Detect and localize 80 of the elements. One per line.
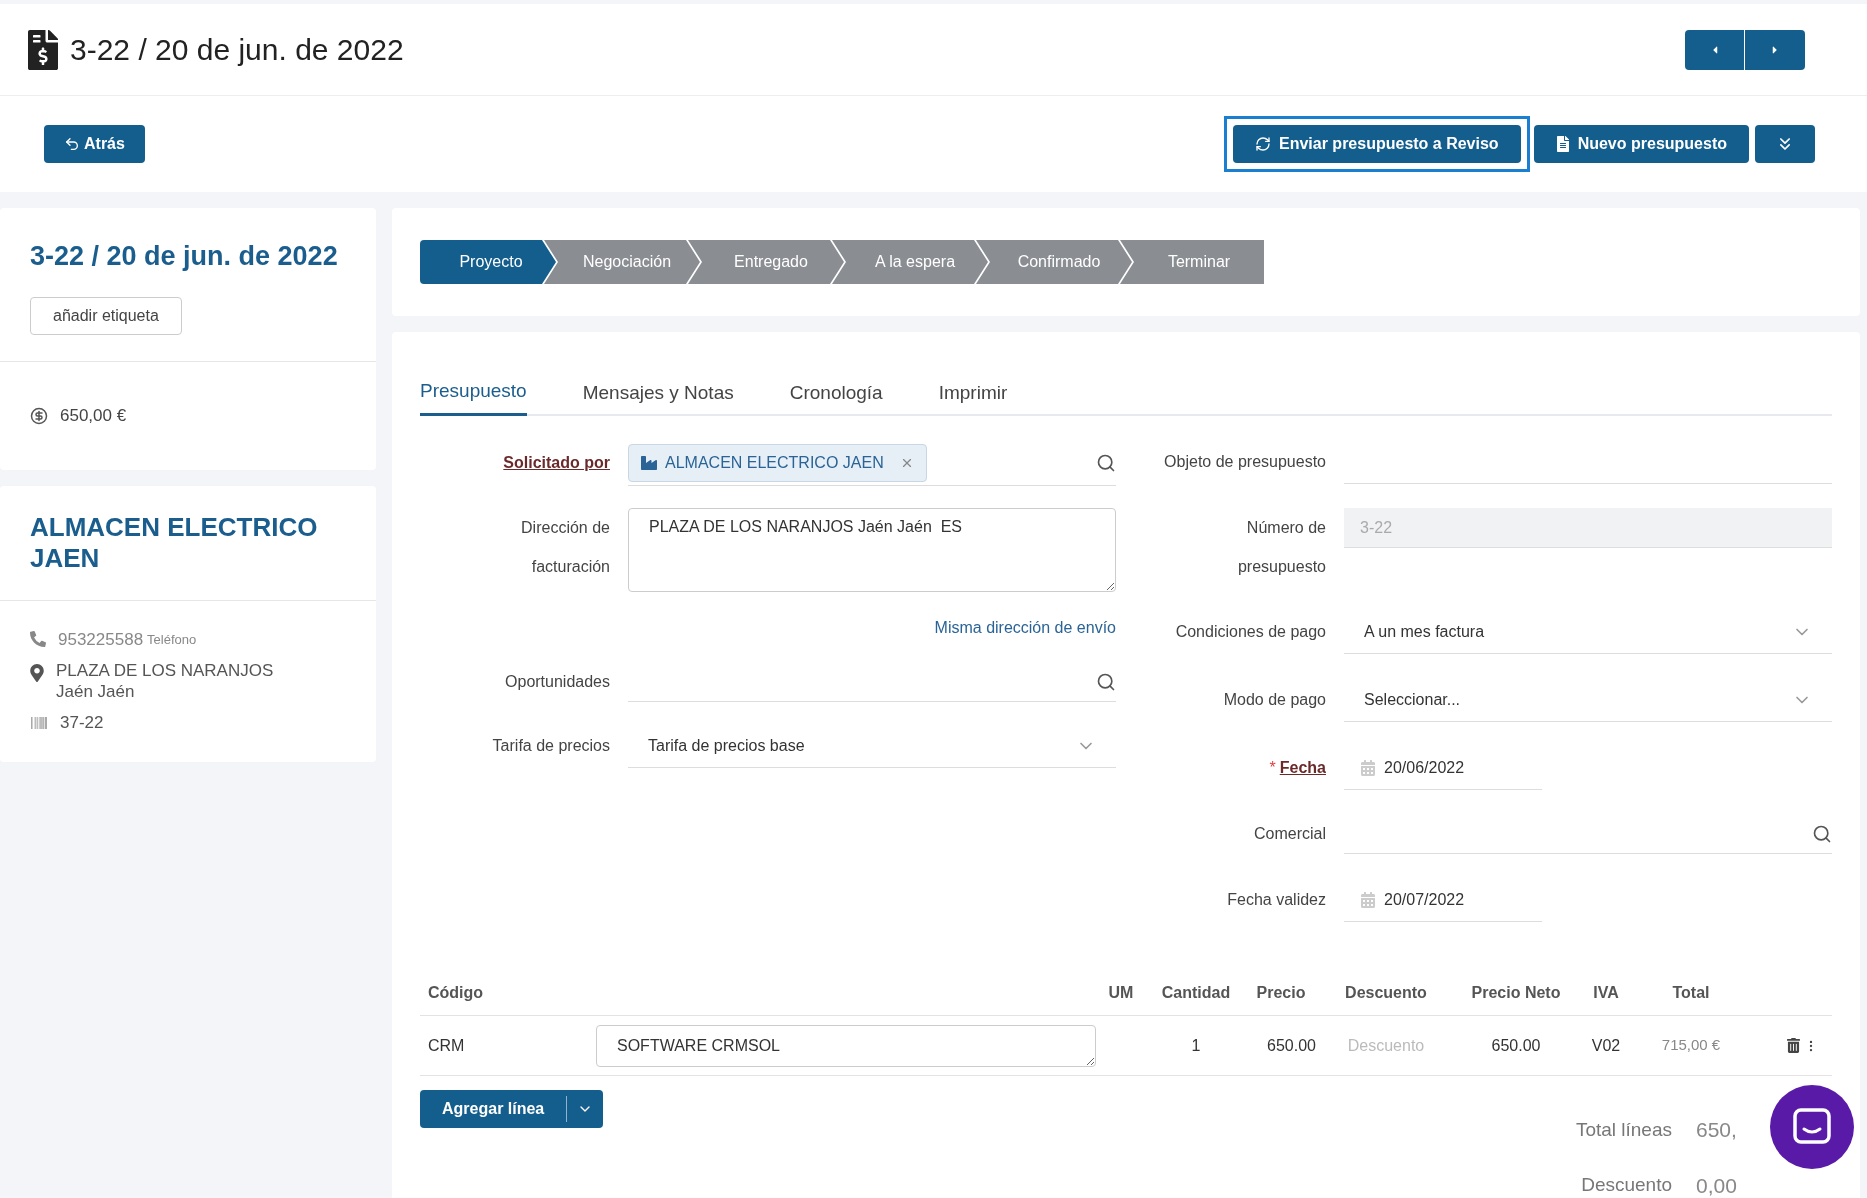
previous-button[interactable] bbox=[1685, 29, 1745, 70]
field-label: Modo de pago bbox=[1223, 690, 1326, 710]
column-header: Total bbox=[1671, 982, 1711, 1003]
column-header: UM bbox=[1107, 982, 1135, 1003]
field-label[interactable]: Solicitado por bbox=[503, 451, 610, 475]
chat-icon bbox=[1792, 1107, 1832, 1147]
search-icon[interactable] bbox=[1096, 452, 1116, 473]
table-cell-text: V02 bbox=[1590, 1035, 1622, 1056]
add-line-button[interactable]: Agregar línea bbox=[420, 1096, 568, 1122]
summary-title: 3-22 / 20 de jun. de 2022 bbox=[30, 240, 339, 273]
calendar-icon bbox=[1360, 759, 1376, 776]
field-label: Condiciones de pago bbox=[1175, 622, 1326, 642]
undo-icon bbox=[64, 136, 80, 152]
factory-icon bbox=[641, 454, 657, 471]
discount-field[interactable]: Descuento bbox=[1316, 1033, 1456, 1058]
total-label: Descuento bbox=[1580, 1173, 1672, 1197]
document-icon bbox=[1555, 136, 1570, 152]
address-text: PLAZA DE LOS NARANJOS Jaén Jaén bbox=[56, 660, 274, 702]
select-field[interactable]: A un mes factura bbox=[1344, 610, 1832, 654]
next-button[interactable] bbox=[1745, 29, 1805, 70]
column-header: Código bbox=[427, 982, 485, 1003]
customer-code: 37-22 bbox=[60, 712, 104, 734]
description-field[interactable]: SOFTWARE CRMSOL bbox=[596, 1024, 1096, 1067]
table-cell-text: 1 bbox=[1190, 1035, 1202, 1056]
column-header: Precio bbox=[1255, 982, 1307, 1003]
barcode-icon bbox=[30, 714, 48, 731]
same-address-link[interactable]: Misma dirección de envío bbox=[934, 616, 1116, 640]
phone-number: 953225588 bbox=[58, 628, 144, 651]
field-label: Tarifa de precios bbox=[492, 736, 610, 756]
tab[interactable]: Imprimir bbox=[938, 370, 1008, 416]
page-title: 3-22 / 20 de jun. de 2022 bbox=[70, 32, 404, 68]
table-cell-text: CRM bbox=[427, 1035, 466, 1056]
field-label: Comercial bbox=[1254, 824, 1326, 844]
select-field[interactable]: Tarifa de precios base bbox=[628, 724, 1116, 768]
required-mark: * bbox=[1269, 758, 1276, 778]
tab[interactable]: Cronología bbox=[789, 370, 883, 416]
trash-icon[interactable] bbox=[1787, 1038, 1800, 1053]
date-field[interactable]: 20/07/2022 bbox=[1344, 878, 1542, 922]
action-button[interactable]: Nuevo presupuesto bbox=[1533, 125, 1749, 163]
phone-label: Teléfono bbox=[147, 630, 197, 649]
stage-step[interactable]: Proyecto bbox=[420, 240, 556, 284]
amount-text: 650,00 € bbox=[60, 404, 127, 427]
add-tag-button[interactable]: añadir etiqueta bbox=[30, 296, 182, 335]
customer-chip[interactable]: ALMACEN ELECTRICO JAEN bbox=[628, 443, 927, 482]
back-button[interactable]: Atrás bbox=[44, 125, 145, 163]
field-label: Fecha validez bbox=[1227, 890, 1326, 910]
customer-name: ALMACEN ELECTRICO JAEN bbox=[30, 511, 319, 574]
select-field[interactable]: Seleccionar... bbox=[1344, 678, 1832, 722]
field-label: Dirección de facturación bbox=[520, 518, 610, 577]
date-field[interactable]: 20/06/2022 bbox=[1344, 746, 1542, 790]
column-header: Cantidad bbox=[1160, 982, 1232, 1003]
more-actions-button[interactable] bbox=[1755, 125, 1815, 163]
field-label: Objeto de presupuesto bbox=[1164, 452, 1326, 472]
search-icon bbox=[1096, 671, 1116, 692]
action-button[interactable]: Enviar presupuesto a Reviso bbox=[1233, 125, 1521, 163]
phone-icon bbox=[30, 631, 46, 648]
invoice-icon bbox=[28, 29, 58, 70]
calendar-icon bbox=[1360, 891, 1376, 908]
address-field[interactable]: PLAZA DE LOS NARANJOS Jaén Jaén ES bbox=[628, 508, 1116, 592]
table-cell-text: 650.00 bbox=[1266, 1035, 1316, 1056]
table-cell-text: 650.00 bbox=[1490, 1035, 1542, 1056]
refresh-icon bbox=[1255, 136, 1271, 152]
number-field: 3-22 bbox=[1344, 508, 1832, 548]
total-value: 0,00 bbox=[1696, 1172, 1737, 1198]
field-label[interactable]: Fecha bbox=[1279, 756, 1326, 780]
customer-field[interactable]: ALMACEN ELECTRICO JAEN bbox=[628, 440, 1116, 486]
location-icon bbox=[30, 664, 44, 682]
total-label: Total líneas bbox=[1574, 1117, 1672, 1142]
chip-text: ALMACEN ELECTRICO JAEN bbox=[665, 452, 884, 473]
column-header: IVA bbox=[1592, 982, 1620, 1003]
table-cell-text: 715,00 € bbox=[1660, 1035, 1722, 1056]
tab[interactable]: Presupuesto bbox=[420, 370, 527, 416]
total-value: 650, bbox=[1696, 1117, 1737, 1143]
field-label: Oportunidades bbox=[505, 672, 610, 692]
column-header: Descuento bbox=[1344, 982, 1428, 1003]
column-header: Precio Neto bbox=[1470, 982, 1562, 1003]
search-icon bbox=[1812, 823, 1832, 844]
dollar-icon bbox=[30, 406, 48, 425]
field-label: Número de presupuesto bbox=[1236, 518, 1326, 577]
tab[interactable]: Mensajes y Notas bbox=[582, 370, 734, 416]
